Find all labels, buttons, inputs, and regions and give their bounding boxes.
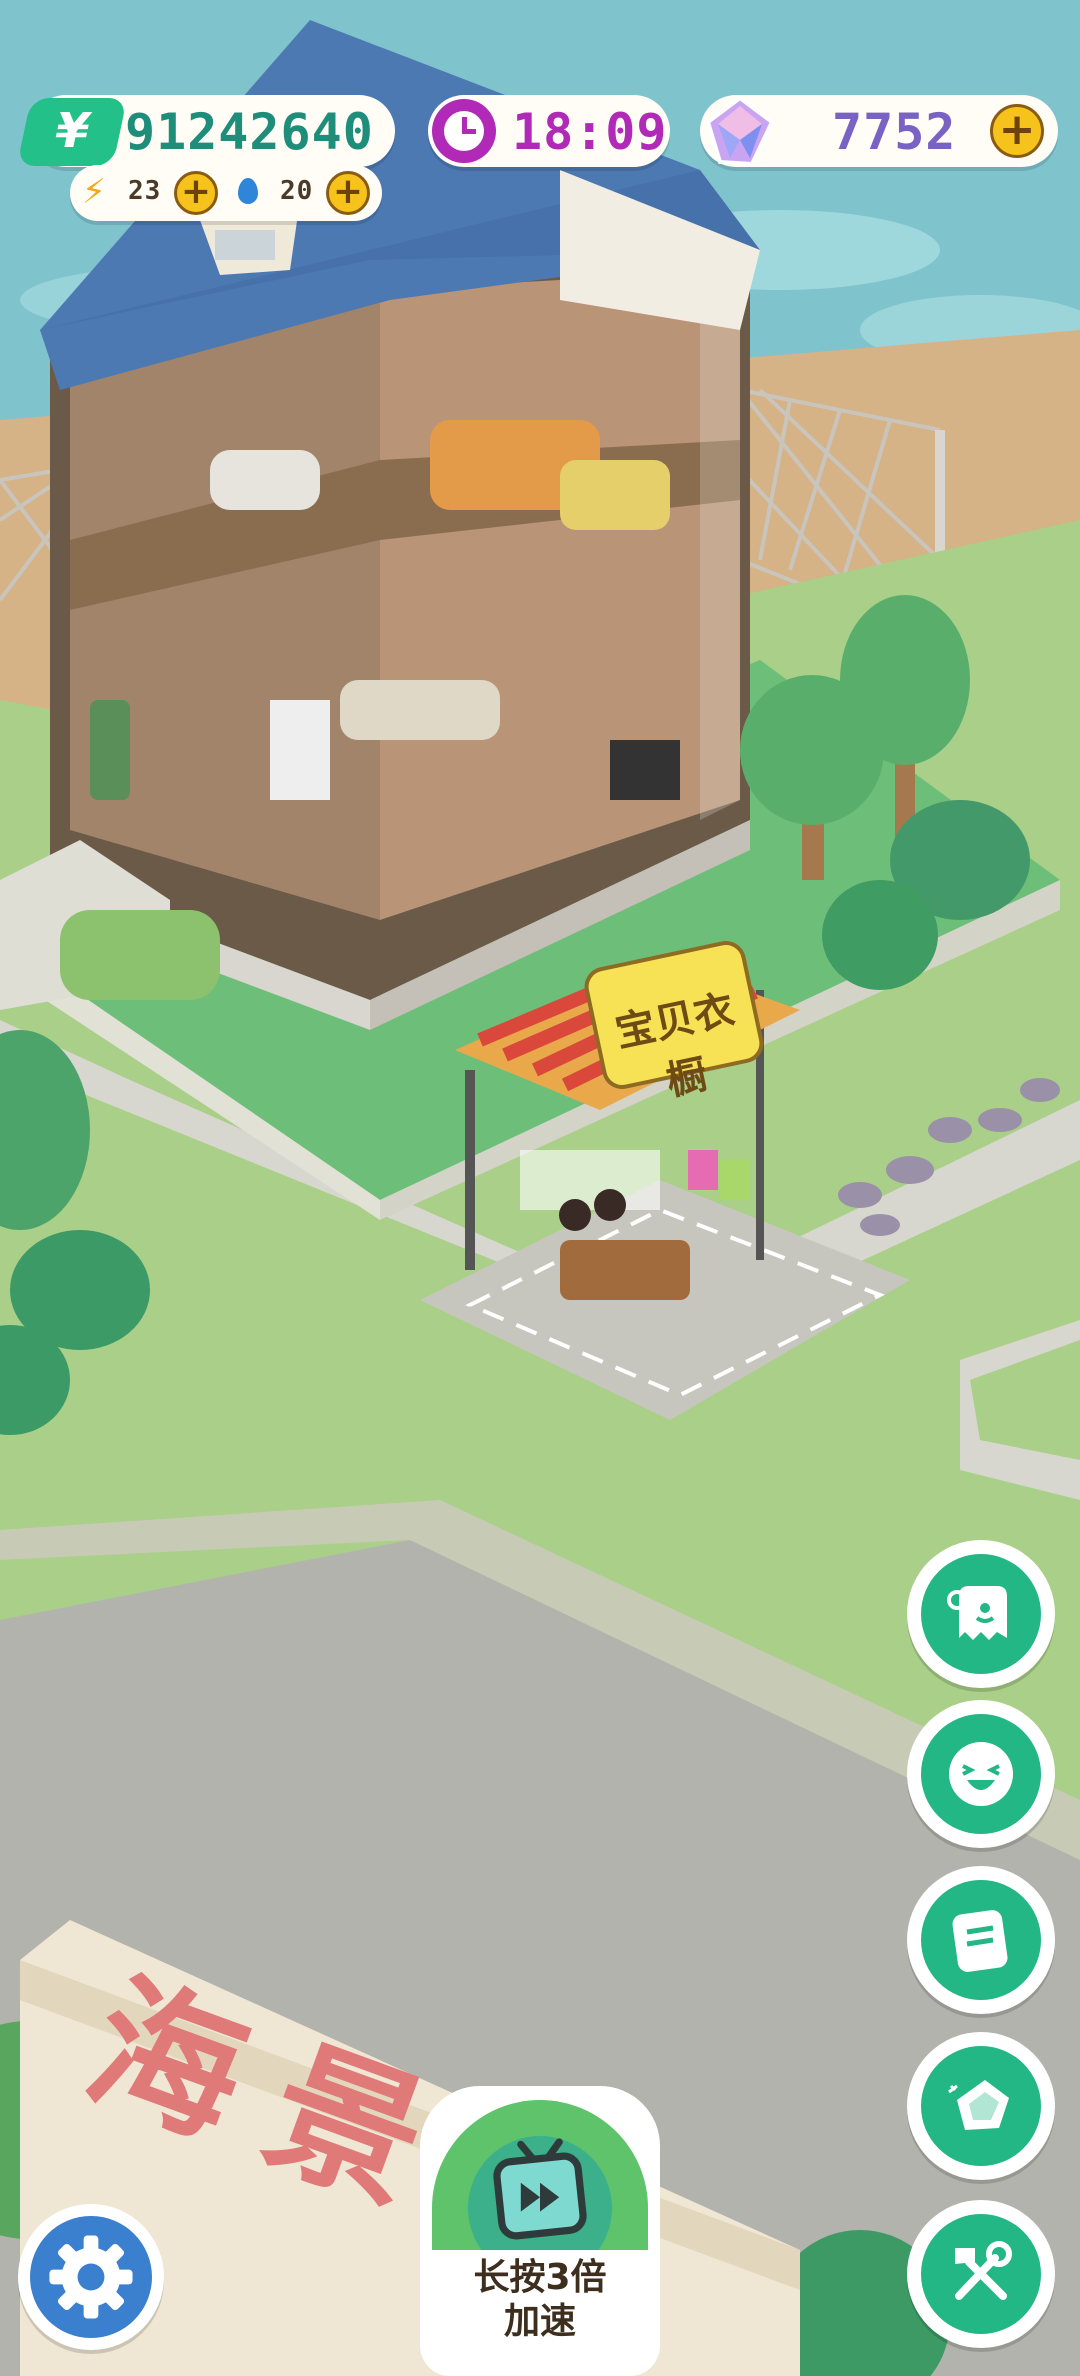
lightning-icon: ⚡: [82, 172, 106, 212]
customer-button[interactable]: [907, 1700, 1055, 1848]
gear-icon: [49, 2235, 133, 2319]
speed-up-label: 长按3倍 加速: [473, 2257, 607, 2342]
wrench-axe-icon: [955, 2241, 1012, 2300]
fridge: [270, 700, 330, 800]
add-water-button[interactable]: +: [326, 171, 370, 215]
tv-fast-forward-icon: [493, 2138, 587, 2240]
money-value: 91242640: [125, 103, 374, 161]
staff-button[interactable]: [907, 1540, 1055, 1688]
energy-value: 23: [128, 176, 162, 206]
diamond-outline-icon: [948, 2080, 1009, 2130]
money-icon: ¥: [16, 98, 128, 166]
clock-value: 18:09: [512, 103, 668, 161]
speed-up-button[interactable]: 长按3倍 加速: [420, 2086, 660, 2376]
tv: [610, 740, 680, 800]
laughing-face-icon: [949, 1742, 1013, 1806]
diamond-icon: [700, 92, 780, 172]
hedge: [60, 910, 220, 1000]
gem-value: 7752: [832, 103, 957, 161]
notepad-icon: [952, 1910, 1008, 1972]
settings-button[interactable]: [18, 2204, 164, 2350]
build-button[interactable]: [907, 2200, 1055, 2348]
add-gems-button[interactable]: +: [990, 104, 1044, 158]
water-drop-icon: [238, 178, 258, 204]
bathtub: [210, 450, 320, 510]
clock-icon: [432, 99, 496, 163]
gem-shop-button[interactable]: [907, 2032, 1055, 2180]
add-energy-button[interactable]: +: [174, 171, 218, 215]
chef-ghost-icon: [947, 1586, 1007, 1640]
water-value: 20: [280, 176, 314, 206]
sofa: [340, 680, 500, 740]
tasks-button[interactable]: [907, 1866, 1055, 2014]
